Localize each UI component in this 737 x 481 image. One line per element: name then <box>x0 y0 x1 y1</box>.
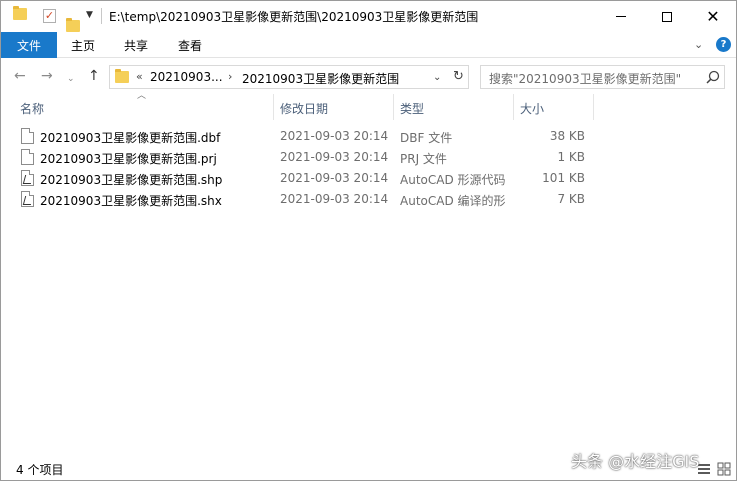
tab-home[interactable]: 主页 <box>71 32 95 58</box>
title-separator <box>101 8 102 24</box>
search-icon[interactable] <box>705 69 721 85</box>
minimize-icon <box>616 16 626 17</box>
autocad-shape-icon <box>21 170 34 186</box>
breadcrumb-separator-icon[interactable]: › <box>228 70 232 83</box>
file-date: 2021-09-03 20:14 <box>280 171 389 185</box>
minimize-button[interactable] <box>598 1 644 32</box>
file-size: 7 KB <box>557 192 585 206</box>
file-date: 2021-09-03 20:14 <box>280 129 389 143</box>
file-size: 101 KB <box>542 171 585 185</box>
folder-icon <box>13 6 27 20</box>
item-count: 4 个项目 <box>16 463 64 477</box>
column-size[interactable]: 大小 <box>520 100 544 117</box>
sort-ascending-icon: ︿ <box>137 91 147 101</box>
file-name: 20210903卫星影像更新范围.shp <box>40 173 223 187</box>
tab-view[interactable]: 查看 <box>178 32 202 58</box>
column-divider[interactable] <box>513 94 514 120</box>
file-type: AutoCAD 形源代码 <box>400 173 506 187</box>
address-dropdown-icon[interactable]: ⌄ <box>433 72 441 83</box>
properties-icon[interactable]: ✓ <box>43 9 56 23</box>
address-bar[interactable]: « 20210903... › 20210903卫星影像更新范围 ⌄ ↻ <box>109 65 469 89</box>
file-name: 20210903卫星影像更新范围.dbf <box>40 131 221 145</box>
column-name[interactable]: 名称 <box>20 100 44 117</box>
close-icon: ✕ <box>706 6 720 26</box>
up-arrow-icon[interactable]: ↑ <box>88 68 100 84</box>
large-icons-view-icon[interactable] <box>717 462 731 476</box>
file-size: 1 KB <box>557 150 585 164</box>
quick-access-dropdown-icon[interactable]: ▼ <box>86 10 93 20</box>
back-arrow-icon[interactable]: ← <box>14 68 26 84</box>
forward-arrow-icon[interactable]: → <box>41 68 53 84</box>
file-type: DBF 文件 <box>400 131 453 145</box>
column-type[interactable]: 类型 <box>400 100 424 117</box>
column-date-modified[interactable]: 修改日期 <box>280 100 328 117</box>
overflow-chevron-icon[interactable]: « <box>136 70 143 83</box>
file-size: 38 KB <box>549 129 585 143</box>
column-divider[interactable] <box>593 94 594 120</box>
address-folder-icon <box>115 69 129 83</box>
file-name: 20210903卫星影像更新范围.prj <box>40 152 217 166</box>
file-type: PRJ 文件 <box>400 152 447 166</box>
close-button[interactable]: ✕ <box>690 1 736 32</box>
column-divider[interactable] <box>393 94 394 120</box>
maximize-icon <box>662 11 672 22</box>
navigation-bar: ← → ⌄ ↑ « 20210903... › 20210903卫星影像更新范围… <box>1 59 736 93</box>
autocad-shape-icon <box>21 191 34 207</box>
breadcrumb-parent[interactable]: 20210903... <box>150 70 223 84</box>
expand-ribbon-icon[interactable]: ⌄ <box>694 38 703 51</box>
breadcrumb-current[interactable]: 20210903卫星影像更新范围 <box>242 70 399 87</box>
recent-locations-icon[interactable]: ⌄ <box>67 71 75 87</box>
help-icon[interactable]: ? <box>716 37 731 52</box>
search-box[interactable]: 搜索"20210903卫星影像更新范围" <box>480 65 725 89</box>
tab-file[interactable]: 文件 <box>1 32 57 58</box>
document-icon <box>21 149 34 165</box>
file-type: AutoCAD 编译的形 <box>400 194 506 208</box>
watermark-text: 头条 @水经注GIS <box>571 452 700 471</box>
window-title: E:\temp\20210903卫星影像更新范围\20210903卫星影像更新范… <box>109 10 479 24</box>
file-row[interactable]: 20210903卫星影像更新范围.shp 2021-09-03 20:14 Au… <box>1 168 736 189</box>
file-date: 2021-09-03 20:14 <box>280 150 389 164</box>
new-folder-icon[interactable] <box>66 18 80 32</box>
column-divider[interactable] <box>273 94 274 120</box>
file-row[interactable]: 20210903卫星影像更新范围.dbf 2021-09-03 20:14 DB… <box>1 126 736 147</box>
search-placeholder[interactable]: 搜索"20210903卫星影像更新范围" <box>489 70 681 87</box>
ribbon-tabs: 文件 主页 共享 查看 ⌄ ? <box>1 32 736 58</box>
title-bar: ✓ ▼ E:\temp\20210903卫星影像更新范围\20210903卫星影… <box>1 1 736 32</box>
file-row[interactable]: 20210903卫星影像更新范围.prj 2021-09-03 20:14 PR… <box>1 147 736 168</box>
column-headers: ︿ 名称 修改日期 类型 大小 <box>1 91 736 120</box>
file-date: 2021-09-03 20:14 <box>280 192 389 206</box>
file-row[interactable]: 20210903卫星影像更新范围.shx 2021-09-03 20:14 Au… <box>1 189 736 210</box>
file-name: 20210903卫星影像更新范围.shx <box>40 194 222 208</box>
maximize-button[interactable] <box>644 1 690 32</box>
tab-share[interactable]: 共享 <box>124 32 148 58</box>
explorer-window: ✓ ▼ E:\temp\20210903卫星影像更新范围\20210903卫星影… <box>0 0 737 481</box>
document-icon <box>21 128 34 144</box>
refresh-icon[interactable]: ↻ <box>453 69 464 84</box>
